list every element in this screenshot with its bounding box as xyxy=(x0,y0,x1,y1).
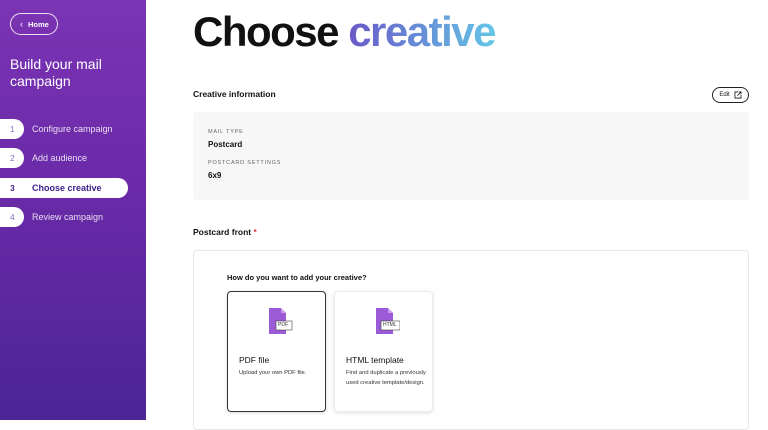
sidebar-title: Build your mail campaign xyxy=(10,56,102,89)
creative-information-heading: Creative information xyxy=(193,89,276,99)
page-title-accent: creative xyxy=(348,8,496,55)
step-configure-campaign[interactable]: 1 Configure campaign xyxy=(0,119,113,139)
page-title: Choose creative xyxy=(193,8,496,56)
step-label: Choose creative xyxy=(32,183,102,193)
step-add-audience[interactable]: 2 Add audience xyxy=(0,148,87,168)
pdf-file-icon xyxy=(269,308,293,334)
sidebar: ‹ Home Build your mail campaign 1 Config… xyxy=(0,0,146,420)
step-choose-creative[interactable]: 3 Choose creative xyxy=(0,178,128,198)
step-number: 2 xyxy=(0,148,24,168)
step-label: Review campaign xyxy=(32,212,104,222)
postcard-front-label: Postcard front xyxy=(193,227,252,237)
edit-label: Edit xyxy=(719,92,730,98)
external-edit-icon xyxy=(734,91,742,99)
option-title: HTML template xyxy=(346,355,404,365)
main-content: Choose creative Creative information Edi… xyxy=(146,0,768,430)
postcard-settings-label: POSTCARD SETTINGS xyxy=(208,160,282,166)
home-button[interactable]: ‹ Home xyxy=(10,13,58,35)
creative-method-question: How do you want to add your creative? xyxy=(227,273,367,282)
option-title: PDF file xyxy=(239,355,270,365)
postcard-front-heading: Postcard front * xyxy=(193,227,257,237)
creative-info-panel: MAIL TYPE Postcard POSTCARD SETTINGS 6x9 xyxy=(193,112,749,200)
step-number: 4 xyxy=(0,207,24,227)
step-number: 1 xyxy=(0,119,24,139)
pdf-file-option[interactable]: PDF PDF file Upload your own PDF file. xyxy=(227,291,326,412)
step-label: Add audience xyxy=(32,153,88,163)
option-description: Upload your own PDF file. xyxy=(239,370,307,376)
option-description: Find and duplicate a previously used cre… xyxy=(346,370,426,386)
html-template-option[interactable]: HTML HTML template Find and duplicate a … xyxy=(334,291,433,412)
edit-button[interactable]: Edit xyxy=(712,87,749,103)
postcard-settings-value: 6x9 xyxy=(208,171,222,180)
mail-type-value: Postcard xyxy=(208,140,243,149)
step-label: Configure campaign xyxy=(32,124,113,134)
home-label: Home xyxy=(28,19,49,29)
step-review-campaign[interactable]: 4 Review campaign xyxy=(0,207,103,227)
postcard-front-panel: How do you want to add your creative? PD… xyxy=(193,250,749,430)
required-mark: * xyxy=(253,227,257,237)
chevron-left-icon: ‹ xyxy=(20,19,23,29)
page-title-plain: Choose xyxy=(193,8,340,55)
html-badge: HTML xyxy=(383,322,397,328)
step-number: 3 xyxy=(10,183,15,193)
mail-type-label: MAIL TYPE xyxy=(208,129,244,135)
pdf-badge: PDF xyxy=(278,322,288,328)
html-file-icon xyxy=(376,308,400,334)
